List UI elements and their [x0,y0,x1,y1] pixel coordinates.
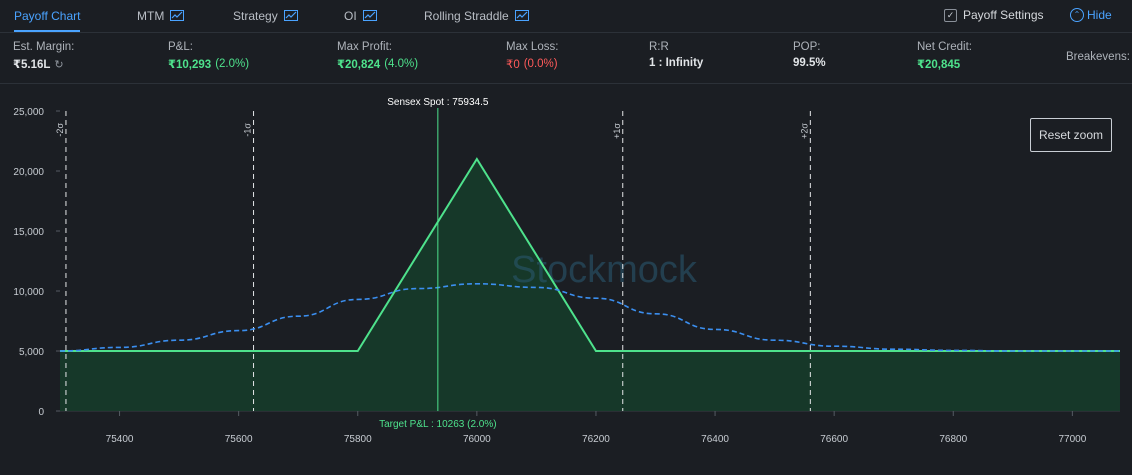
stat-sub: (0.0%) [523,58,558,70]
hide-label: Hide [1087,8,1112,22]
stat-label: Max Loss: [506,41,559,53]
stat-value: ₹0 [506,59,520,71]
stat-net-credit: Net Credit: ₹20,845 [917,41,972,71]
stat-pnl: P&L: ₹10,293 (2.0%) [168,41,249,71]
line-chart-icon [170,10,185,21]
sd-line-label: +2σ [799,123,809,139]
tab-rolling-straddle[interactable]: Rolling Straddle [424,9,529,31]
stat-value: ₹20,845 [917,59,961,71]
line-chart-icon [514,10,529,21]
reset-zoom-button[interactable]: Reset zoom [1030,118,1112,152]
payoff-settings-label: Payoff Settings [963,8,1044,22]
tab-label: OI [344,9,357,23]
stat-sub: (2.0%) [215,58,250,70]
tab-strategy[interactable]: Strategy [233,9,298,31]
y-tick-label: 25,000 [13,107,44,118]
stat-value-row: ₹20,824 (4.0%) [337,57,418,71]
y-tick-label: 20,000 [13,167,44,178]
line-chart-icon [283,10,298,21]
stat-label: Net Credit: [917,41,972,53]
x-tick-label: 75400 [106,434,134,445]
tab-label: Rolling Straddle [424,9,509,23]
tab-label: MTM [137,9,165,23]
stat-max-profit: Max Profit: ₹20,824 (4.0%) [337,41,418,71]
stat-label: POP: [793,41,821,53]
spot-label: Sensex Spot : 75934.5 [387,97,489,108]
stat-value-row: ₹0 (0.0%) [506,57,558,71]
stat-risk-reward: R:R 1 : Infinity [649,41,703,69]
stat-value: 99.5% [793,57,826,69]
stat-label: P&L: [168,41,193,53]
sd-line-label: -1σ [243,123,253,137]
sd-line-label: +1σ [612,123,622,139]
tab-oi[interactable]: OI [344,9,377,31]
stat-label: R:R [649,41,669,53]
stat-label: Est. Margin: [13,41,75,53]
payoff-chart[interactable]: 0 5,000 10,000 15,000 20,000 25,000 75400 75600… [0,84,1132,464]
payoff-settings-toggle[interactable]: ✓ Payoff Settings [944,8,1044,22]
refresh-icon[interactable]: ↻ [54,58,63,71]
line-chart-icon [362,10,377,21]
y-tick-label: 10,000 [13,287,44,298]
x-tick-label: 76200 [582,434,610,445]
tab-bar: Payoff Chart MTM Strategy OI Rolling Str… [0,0,1132,33]
stat-value: ₹20,824 [337,59,381,71]
tab-label: Payoff Chart [14,9,81,23]
stat-margin: Est. Margin: ₹5.16L ↻ [13,41,74,71]
y-tick-label: 5,000 [19,347,44,358]
stat-pop: POP: 99.5% [793,41,826,69]
stat-label: Breakevens: [1066,51,1130,63]
x-tick-label: 76400 [701,434,729,445]
stats-bar: Est. Margin: ₹5.16L ↻ P&L: ₹10,293 (2.0%… [0,33,1132,84]
stat-value-row: ₹5.16L ↻ [13,57,74,72]
stat-max-loss: Max Loss: ₹0 (0.0%) [506,41,558,71]
stat-sub: (4.0%) [384,58,419,70]
stat-value: ₹10,293 [168,59,212,71]
stat-value-row: ₹10,293 (2.0%) [168,57,249,71]
stat-value: 1 : Infinity [649,57,704,69]
stat-value: ₹5.16L [13,59,51,71]
stat-label: Max Profit: [337,41,392,53]
sd-line-label: -2σ [55,123,65,137]
tab-mtm[interactable]: MTM [137,9,185,31]
x-tick-label: 75600 [225,434,253,445]
y-tick-label: 15,000 [13,227,44,238]
stockmock-watermark: Stockmock [511,249,698,291]
target-pnl-label: Target P&L : 10263 (2.0%) [379,419,496,430]
x-tick-label: 77000 [1058,434,1086,445]
y-tick-label: 0 [38,407,44,418]
chevron-up-icon: ⌃ [1070,8,1084,22]
x-tick-label: 76800 [939,434,967,445]
x-tick-label: 75800 [344,434,372,445]
stat-breakevens: Breakevens: [1066,51,1130,63]
tab-payoff-chart[interactable]: Payoff Chart [14,9,81,32]
x-tick-label: 76600 [820,434,848,445]
x-tick-label: 76000 [463,434,491,445]
checkbox-icon[interactable]: ✓ [944,8,957,22]
hide-button[interactable]: ⌃ Hide [1070,8,1112,22]
tab-label: Strategy [233,9,278,23]
